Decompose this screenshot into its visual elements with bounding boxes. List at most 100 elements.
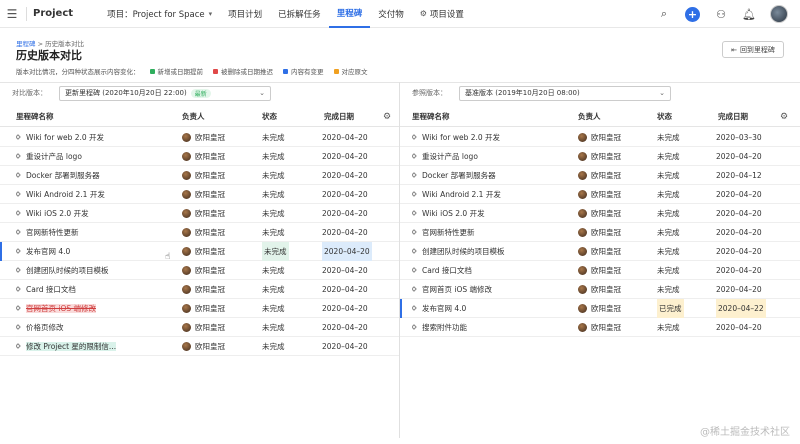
table-row[interactable]: Wiki Android 2.1 开发 欧阳皇冠 未完成 2020–04–20 [400,185,800,204]
milestone-name[interactable]: 修改 Project 星的限制信... [26,342,117,351]
milestone-name[interactable]: Docker 部署到服务器 [26,171,100,180]
table-row[interactable]: 发布官网 4.0 欧阳皇冠 已完成 2020–04–22 [400,299,800,318]
milestone-name[interactable]: 官网新特性更新 [422,228,475,237]
milestone-name[interactable]: Wiki Android 2.1 开发 [422,190,501,199]
avatar [182,227,191,237]
bell-icon[interactable]: 🔔︎ [742,8,756,21]
pointer-cursor-icon: ☝︎ [165,252,171,262]
settings-icon[interactable]: ⚙ [383,107,391,127]
nav-split-tasks[interactable]: 已拆解任务 [270,0,329,28]
column-header-status: 状态 [262,112,277,121]
add-icon[interactable]: + [685,6,700,22]
reference-version-select[interactable]: 基准版本 (2019年10月20日 08:00) ⌄ [459,85,671,101]
date-cell: 2020–04–20 [716,228,762,237]
table-row[interactable]: Card 接口文档 欧阳皇冠 未完成 2020–04–20 [0,280,399,299]
avatar [578,227,587,237]
table-row[interactable]: 重设计产品 logo 欧阳皇冠 未完成 2020–04–20 [400,147,800,166]
status-cell: 未完成 [262,228,285,237]
date-cell: 2020–04–12 [716,171,762,180]
settings-icon[interactable]: ⚙ [780,107,788,127]
milestone-name[interactable]: 价格页修改 [26,323,64,332]
milestone-diamond-icon [16,324,21,330]
status-cell: 未完成 [657,266,680,275]
avatar [182,303,191,313]
owner-name: 欧阳皇冠 [591,304,621,313]
owner-name: 欧阳皇冠 [195,171,225,180]
table-row[interactable]: 重设计产品 logo 欧阳皇冠 未完成 2020–04–20 [0,147,399,166]
table-row[interactable]: Docker 部署到服务器 欧阳皇冠 未完成 2020–04–12 [400,166,800,185]
nav-project-plan[interactable]: 项目计划 [220,0,270,28]
milestone-name[interactable]: Card 接口文档 [422,266,472,275]
avatar [182,132,191,142]
table-row[interactable]: Wiki Android 2.1 开发 欧阳皇冠 未完成 2020–04–20 [0,185,399,204]
table-row[interactable]: 创建团队时候的项目模板 欧阳皇冠 未完成 2020–04–20 [0,261,399,280]
owner-name: 欧阳皇冠 [195,247,225,256]
milestone-name[interactable]: 搜索附件功能 [422,323,467,332]
avatar [182,246,191,256]
table-row[interactable]: Wiki iOS 2.0 开发 欧阳皇冠 未完成 2020–04–20 [400,204,800,223]
milestone-name[interactable]: Wiki Android 2.1 开发 [26,190,105,199]
table-row[interactable]: Wiki iOS 2.0 开发 欧阳皇冠 未完成 2020–04–20 [0,204,399,223]
table-row[interactable]: 官网新特性更新 欧阳皇冠 未完成 2020–04–20 [400,223,800,242]
date-cell: 2020–03–30 [716,133,762,142]
table-row[interactable]: 官网新特性更新 欧阳皇冠 未完成 2020–04–20 [0,223,399,242]
milestone-name-cell: 修改 Project 星的限制信... [16,337,117,356]
milestone-diamond-icon [16,191,21,197]
milestone-name[interactable]: 重设计产品 logo [26,152,82,161]
milestone-name[interactable]: Wiki iOS 2.0 开发 [422,209,485,218]
status-cell: 未完成 [262,285,285,294]
milestone-name[interactable]: 官网首页 iOS 端修改 [422,285,492,294]
milestone-name[interactable]: 官网首页 iOS 端修改 [26,304,97,313]
chevron-down-icon: ⌄ [659,89,665,97]
table-row[interactable]: 创建团队时候的项目模板 欧阳皇冠 未完成 2020–04–20 [400,242,800,261]
table-row[interactable]: 价格页修改 欧阳皇冠 未完成 2020–04–20 [0,318,399,337]
table-row[interactable]: Docker 部署到服务器 欧阳皇冠 未完成 2020–04–20 [0,166,399,185]
project-switcher[interactable]: 项目：Project for Space ▾ [99,0,220,28]
owner-name: 欧阳皇冠 [591,133,621,142]
add-user-icon[interactable]: ⚇ [714,8,728,21]
milestone-name[interactable]: 发布官网 4.0 [422,304,466,313]
status-cell: 未完成 [657,285,680,294]
user-avatar[interactable] [770,5,788,23]
milestone-name-cell: 官网首页 iOS 端修改 [16,299,97,318]
avatar [578,189,587,199]
avatar [578,132,587,142]
avatar [578,208,587,218]
avatar [182,265,191,275]
menu-icon[interactable]: ☰ [0,0,24,28]
table-row[interactable]: 搜索附件功能 欧阳皇冠 未完成 2020–04–20 [400,318,800,337]
table-row[interactable]: 官网首页 iOS 端修改 欧阳皇冠 未完成 2020–04–20 [0,299,399,318]
milestone-name[interactable]: Wiki for web 2.0 开发 [26,133,104,142]
nav-deliverables[interactable]: 交付物 [370,0,412,28]
milestone-name[interactable]: 官网新特性更新 [26,228,79,237]
milestone-name[interactable]: Wiki iOS 2.0 开发 [26,209,89,218]
top-navbar: ☰ Project 项目：Project for Space ▾ 项目计划 已拆解… [0,0,800,28]
milestone-name[interactable]: 创建团队时候的项目模板 [26,266,109,275]
milestone-name[interactable]: Card 接口文档 [26,285,76,294]
table-row[interactable]: 发布官网 4.0 欧阳皇冠 未完成 2020–04–20 [0,242,399,261]
avatar [182,208,191,218]
status-cell: 未完成 [657,247,680,256]
date-cell: 2020–04–20 [716,152,762,161]
nav-milestones[interactable]: 里程碑 [328,0,371,28]
milestone-name[interactable]: 发布官网 4.0 [26,247,70,256]
owner-name: 欧阳皇冠 [591,209,621,218]
nav-project-settings[interactable]: ⚙ 项目设置 [412,0,472,28]
compare-version-select[interactable]: 更新里程碑 (2020年10月20日 22:00) 最新 ⌄ [59,85,271,101]
milestone-diamond-icon [412,305,417,311]
milestone-name-cell: 官网首页 iOS 端修改 [412,280,492,299]
milestone-name[interactable]: 重设计产品 logo [422,152,478,161]
owner-cell: 欧阳皇冠 [578,147,621,166]
table-row[interactable]: 修改 Project 星的限制信... 欧阳皇冠 未完成 2020–04–20 [0,337,399,356]
milestone-name[interactable]: Docker 部署到服务器 [422,171,496,180]
table-row[interactable]: Card 接口文档 欧阳皇冠 未完成 2020–04–20 [400,261,800,280]
search-icon[interactable]: ⌕ [657,7,671,21]
table-row[interactable]: Wiki for web 2.0 开发 欧阳皇冠 未完成 2020–03–30 [400,128,800,147]
back-to-milestones-button[interactable]: ⇤ 回到里程碑 [722,41,784,58]
table-row[interactable]: Wiki for web 2.0 开发 欧阳皇冠 未完成 2020–04–20 [0,128,399,147]
owner-cell: 欧阳皇冠 [578,318,621,337]
owner-name: 欧阳皇冠 [195,152,225,161]
milestone-name[interactable]: 创建团队时候的项目模板 [422,247,505,256]
table-row[interactable]: 官网首页 iOS 端修改 欧阳皇冠 未完成 2020–04–20 [400,280,800,299]
milestone-name[interactable]: Wiki for web 2.0 开发 [422,133,500,142]
